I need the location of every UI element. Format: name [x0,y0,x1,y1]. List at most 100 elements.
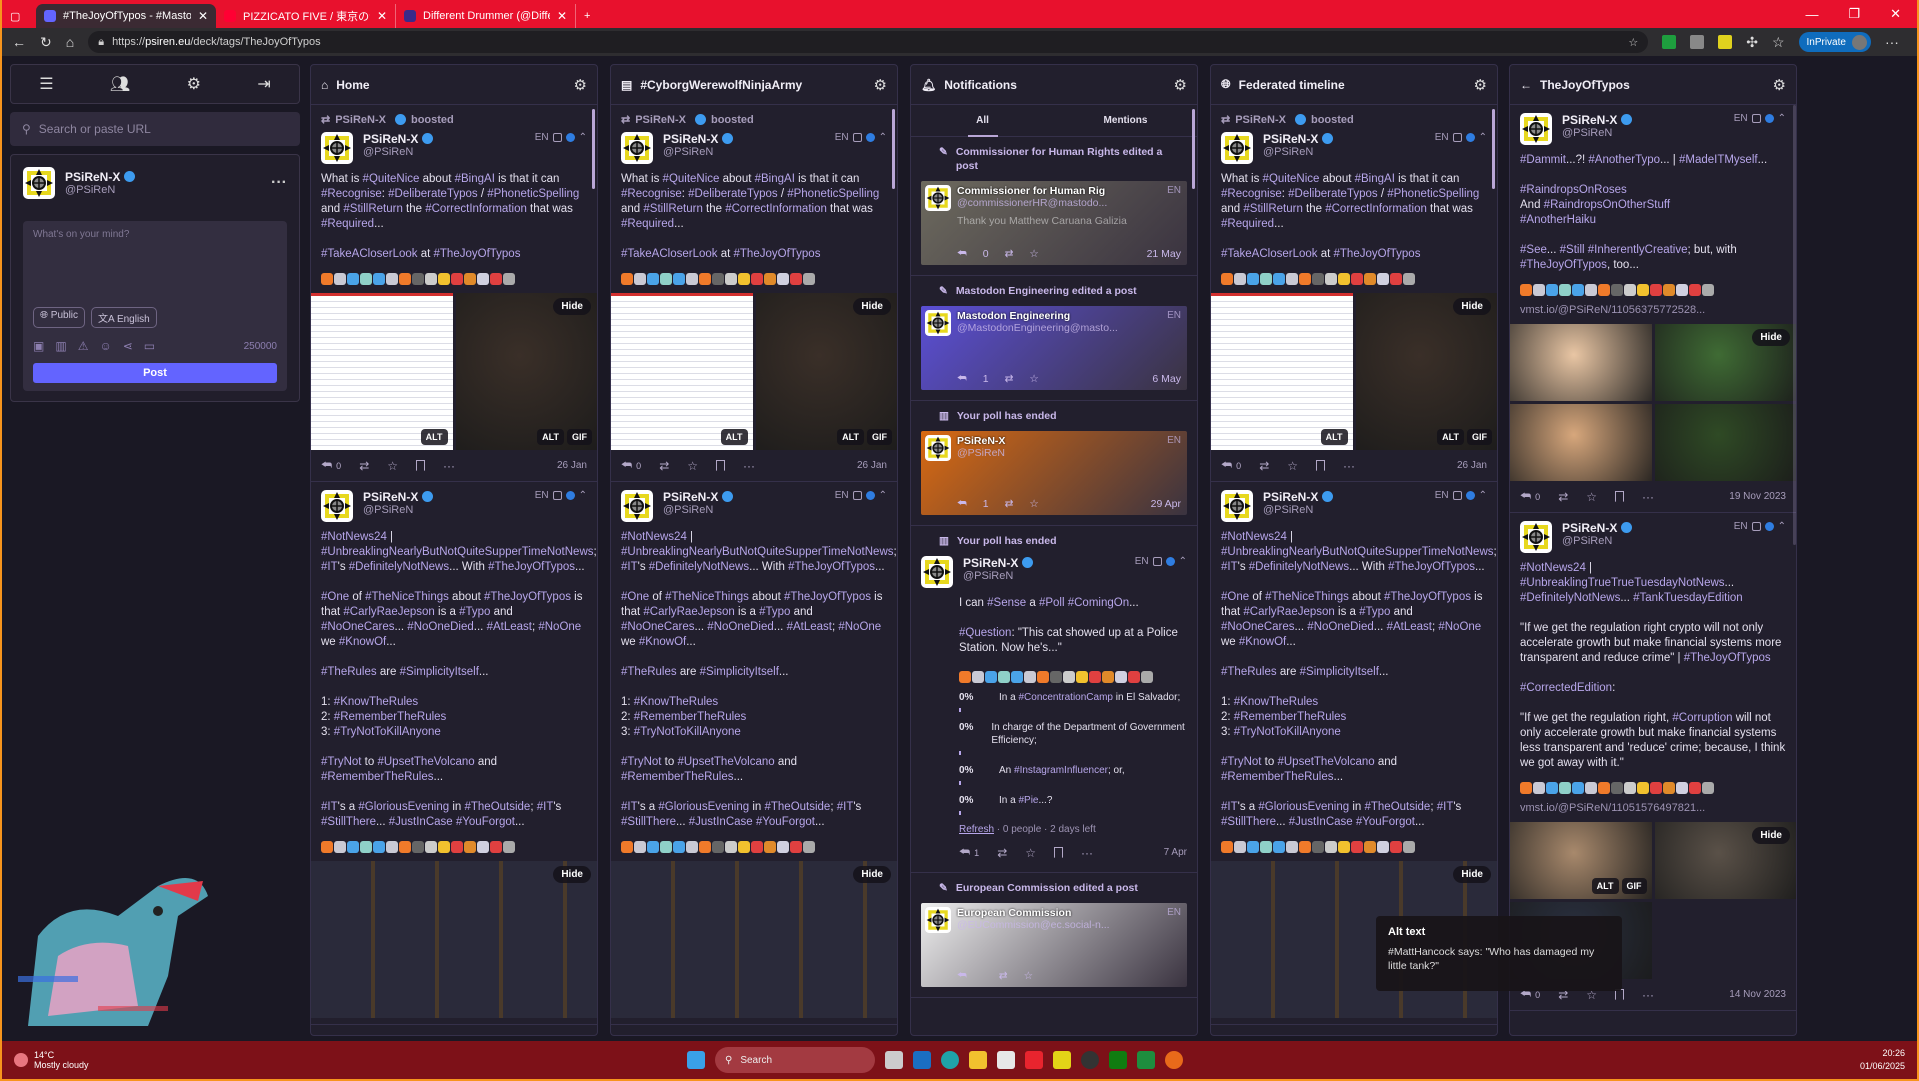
taskbar-search[interactable]: ⚲ Search [715,1047,875,1073]
hashtag-link[interactable]: #IT [1221,561,1238,573]
hashtag-link[interactable]: #KnowTheRules [634,696,718,708]
notification-status-card[interactable]: European Commission @EUCommission@ec.soci… [921,903,1187,987]
browser-tab[interactable]: PIZZICATO FIVE / 東京の合唱 - Yo ✕ [216,4,396,28]
bookmark-icon[interactable] [716,460,726,471]
boost-icon[interactable]: ⇄ [997,846,1007,860]
hashtag-link[interactable]: #IT [1221,801,1238,813]
hide-media-button[interactable]: Hide [853,298,891,315]
hashtag-link[interactable]: #TheRules [1221,666,1277,678]
hashtag-link[interactable]: #NotNews24 [321,531,387,543]
hashtag-link[interactable]: #TheOutside [464,801,530,813]
hashtag-link[interactable]: #CarlyRaeJepson [343,606,434,618]
hashtag-link[interactable]: #AtLeast [1387,621,1432,633]
hashtag-link[interactable]: #Dammit [1520,154,1566,166]
author-name-line[interactable]: PSiReN-X [1263,132,1334,146]
notification[interactable]: ▥ Your poll has ended PSiReN-X @PSiReN EN ⮪ 1… [911,401,1197,526]
hashtag-link[interactable]: #CorrectedEdition [1520,682,1612,694]
tab-close-icon[interactable]: ✕ [557,9,567,23]
hashtag-link[interactable]: #TheJoyOfTypos [784,591,871,603]
avatar[interactable] [1520,521,1552,553]
browser-tab[interactable]: #TheJoyOfTypos - #MastodonSpy ✕ [36,4,216,28]
hashtag-link[interactable]: #TakeACloserLook [1221,248,1318,260]
compose-textarea[interactable]: What's on your mind? 🌐︎ Public 文A Englis… [23,221,287,391]
collapse-chevron-icon[interactable]: ⌃ [1479,132,1487,143]
content-warning-icon[interactable]: ⚠ [78,339,89,353]
hashtag-link[interactable]: #TheJoyOfTypos [1520,259,1607,271]
hashtag-link[interactable]: #AnotherTypo [1588,154,1660,166]
alt-text-button[interactable]: ALT [1320,429,1348,445]
hide-media-button[interactable]: Hide [1752,827,1790,844]
column-settings-icon[interactable]: ⚙︎ [1474,76,1487,94]
hashtag-link[interactable]: #InstagramInfluencer [1014,765,1108,776]
hashtag-link[interactable]: #DeliberateTypos [688,188,778,200]
hashtag-link[interactable]: #IT [321,801,338,813]
tab-close-icon[interactable]: ✕ [198,9,208,23]
hashtag-link[interactable]: #TheJoyOfTypos [1388,561,1475,573]
hashtag-link[interactable]: #KnowTheRules [334,696,418,708]
tab-mentions[interactable]: Mentions [1054,105,1197,136]
hashtag-link[interactable]: #KnowOf [339,636,386,648]
post-button[interactable]: Post [33,363,277,383]
hashtag-link[interactable]: #JustInCase [389,816,453,828]
hashtag-link[interactable]: #IT [537,801,554,813]
weather-widget[interactable]: 14°C Mostly cloudy [2,1050,89,1070]
hashtag-link[interactable]: #CorrectInformation [725,203,827,215]
hashtag-link[interactable]: #UpsetTheVolcano [677,756,774,768]
more-icon[interactable]: ··· [1642,490,1654,504]
hashtag-link[interactable]: #ComingOn [1068,597,1129,609]
home-icon[interactable]: ⌂ [66,34,74,50]
hashtag-link[interactable]: #CorrectInformation [1325,203,1427,215]
boost-icon[interactable]: ⇄ [1005,373,1014,386]
notification[interactable]: ▥ Your poll has ended PSiReN-X @PSiReN EN ⌃ I … [911,526,1197,873]
notification-status-card[interactable]: Mastodon Engineering @MastodonEngineering… [921,306,1187,390]
hashtag-link[interactable]: #TheJoyOfTypos [1334,248,1421,260]
hashtag-link[interactable]: #IT [621,561,638,573]
collapse-chevron-icon[interactable]: ⌃ [879,490,887,501]
add-poll-icon[interactable]: ▥ [55,339,66,353]
people-icon[interactable]: 👥︎ [110,74,130,94]
hashtag-link[interactable]: #NoOneDied [1307,621,1373,633]
hashtag-link[interactable]: #BingAI [1355,173,1395,185]
hashtag-link[interactable]: #TheJoyOfTypos [1684,652,1771,664]
hashtag-link[interactable]: #TheJoyOfTypos [434,248,521,260]
more-icon[interactable]: ··· [1343,459,1355,473]
alt-text-button[interactable]: ALT [720,429,748,445]
author-name-line[interactable]: PSiReN-X [363,132,434,146]
hashtag-link[interactable]: #TryNotToKillAnyone [334,726,441,738]
visibility-button[interactable]: 🌐︎ Public [33,307,86,328]
scrollbar[interactable] [892,109,895,189]
inprivate-badge[interactable]: InPrivate [1798,32,1871,52]
hashtag-link[interactable]: #Still [1560,244,1585,256]
hashtag-link[interactable]: #UnbreaklingNearlyButNotQuiteSupperTimeN… [621,546,894,558]
tab-all[interactable]: All [911,105,1054,137]
hashtag-link[interactable]: #NotNews24 [621,531,687,543]
language-button[interactable]: 文A English [91,307,157,328]
hashtag-link[interactable]: #AtLeast [487,621,532,633]
boost-icon[interactable]: ⇄ [359,459,369,473]
refresh-icon[interactable]: ↻ [40,34,52,51]
avatar[interactable] [1221,132,1253,164]
hashtag-link[interactable]: #QuiteNice [663,173,720,185]
hashtag-link[interactable]: #GloriousEvening [358,801,449,813]
favourite-star-icon[interactable]: ☆ [1025,846,1036,860]
alt-text-button[interactable]: ALT [1591,878,1619,894]
media-attachment[interactable] [1510,324,1652,401]
hashtag-link[interactable]: #TankTuesdayEdition [1633,592,1743,604]
start-icon[interactable] [687,1051,705,1069]
reply-icon[interactable]: ⮪ [957,248,967,261]
hashtag-link[interactable]: #TryNot [1221,756,1261,768]
hashtag-link[interactable]: #YouForgot [456,816,515,828]
hashtag-link[interactable]: #NoOneDied [407,621,473,633]
more-icon[interactable]: ··· [443,459,455,473]
preferences-gears-icon[interactable]: ⚙︎ [187,74,201,94]
hashtag-link[interactable]: #Sense [987,597,1026,609]
reply-icon[interactable]: ⮪ [321,458,332,473]
post-date[interactable]: 26 Jan [857,460,887,471]
file-explorer-icon[interactable] [969,1051,987,1069]
hashtag-link[interactable]: #BingAI [755,173,795,185]
extension-m-icon[interactable] [1690,35,1705,49]
reply-icon[interactable]: ⮪ [1520,489,1531,504]
booster-name[interactable]: PSiReN-X [1235,114,1286,126]
hashtag-link[interactable]: #IT [1437,801,1454,813]
post-link[interactable]: vmst.io/@PSiReN/11051576497821... [1520,802,1786,814]
